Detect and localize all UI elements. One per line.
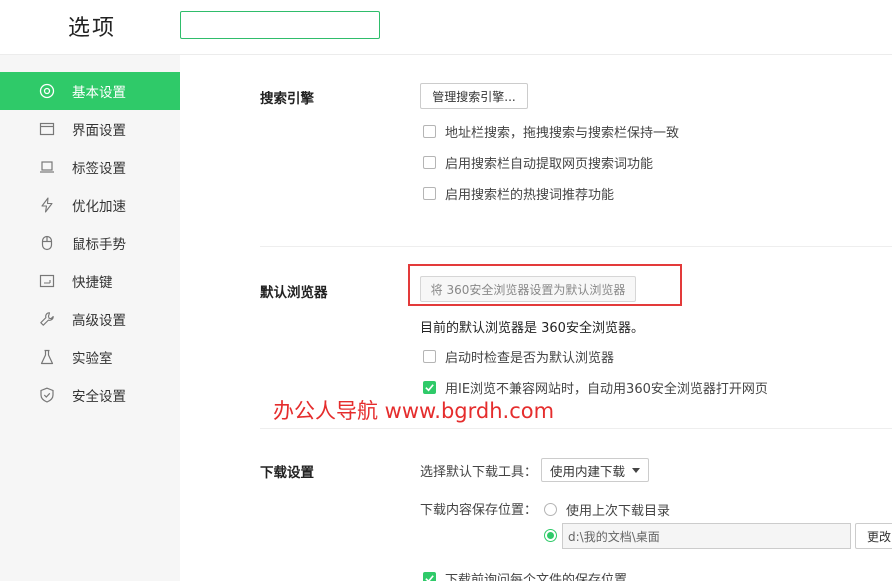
section-title-default-browser: 默认浏览器: [260, 281, 328, 301]
checkmark-icon: [424, 573, 435, 581]
option-label: 启用搜索栏自动提取网页搜索词功能: [445, 153, 653, 172]
sidebar-item-label: 标签设置: [72, 157, 126, 177]
sidebar-item-interface-settings[interactable]: 界面设置: [0, 110, 180, 148]
sidebar-item-tab-settings[interactable]: 标签设置: [0, 148, 180, 186]
section-divider: [260, 428, 892, 429]
option-label: 下载前询问每个文件的保存位置: [445, 569, 627, 581]
sidebar-item-label: 基本设置: [72, 81, 126, 101]
sidebar: 基本设置 界面设置 标签设置 优化加速 鼠标手势 快捷键 高级设置: [0, 55, 180, 581]
download-tool-label: 选择默认下载工具：: [420, 461, 537, 480]
option-label: 地址栏搜索，拖拽搜索与搜索栏保持一致: [445, 122, 679, 141]
mouse-icon: [38, 234, 56, 252]
option-row[interactable]: 启用搜索栏的热搜词推荐功能: [423, 184, 614, 203]
radio-label: 使用上次下载目录: [566, 500, 670, 519]
sidebar-item-basic-settings[interactable]: 基本设置: [0, 72, 180, 110]
sidebar-item-lab[interactable]: 实验室: [0, 338, 180, 376]
watermark-text: 办公人导航 www.bgrdh.com: [273, 395, 554, 425]
lightning-icon: [38, 196, 56, 214]
sidebar-item-shortcuts[interactable]: 快捷键: [0, 262, 180, 300]
default-browser-status: 目前的默认浏览器是 360安全浏览器。: [420, 317, 644, 336]
wrench-icon: [38, 310, 56, 328]
search-input[interactable]: [180, 11, 380, 39]
sidebar-item-label: 界面设置: [72, 119, 126, 139]
sidebar-item-optimize[interactable]: 优化加速: [0, 186, 180, 224]
checkbox[interactable]: [423, 572, 436, 581]
checkbox[interactable]: [423, 125, 436, 138]
checkbox[interactable]: [423, 187, 436, 200]
section-divider: [260, 246, 892, 247]
page-title: 选项: [68, 10, 116, 42]
change-path-button[interactable]: 更改: [855, 523, 892, 549]
radio-button[interactable]: [544, 529, 557, 542]
radio-row[interactable]: 使用上次下载目录: [544, 500, 670, 519]
download-path-input[interactable]: [562, 523, 851, 549]
radio-button[interactable]: [544, 503, 557, 516]
checkmark-icon: [424, 382, 435, 393]
checkbox[interactable]: [423, 350, 436, 363]
select-value: 使用内建下载: [550, 461, 625, 480]
section-title-download: 下载设置: [260, 461, 314, 481]
option-row[interactable]: 下载前询问每个文件的保存位置: [423, 569, 627, 581]
highlight-box: [408, 264, 682, 306]
shield-icon: [38, 386, 56, 404]
sidebar-item-label: 安全设置: [72, 385, 126, 405]
option-row[interactable]: 启用搜索栏自动提取网页搜索词功能: [423, 153, 653, 172]
sidebar-item-label: 实验室: [72, 347, 113, 367]
sidebar-item-label: 高级设置: [72, 309, 126, 329]
window-icon: [38, 120, 56, 138]
sidebar-item-advanced[interactable]: 高级设置: [0, 300, 180, 338]
manage-search-engines-button[interactable]: 管理搜索引擎...: [420, 83, 528, 109]
sidebar-item-security[interactable]: 安全设置: [0, 376, 180, 414]
sidebar-item-label: 鼠标手势: [72, 233, 126, 253]
option-label: 启用搜索栏的热搜词推荐功能: [445, 184, 614, 203]
save-location-label: 下载内容保存位置：: [420, 499, 537, 518]
sidebar-item-label: 优化加速: [72, 195, 126, 215]
keyboard-icon: [38, 272, 56, 290]
chevron-down-icon: [632, 468, 640, 473]
option-row[interactable]: 地址栏搜索，拖拽搜索与搜索栏保持一致: [423, 122, 679, 141]
sidebar-item-mouse-gestures[interactable]: 鼠标手势: [0, 224, 180, 262]
sidebar-item-label: 快捷键: [72, 271, 113, 291]
flask-icon: [38, 348, 56, 366]
target-icon: [38, 82, 56, 100]
option-row[interactable]: 启动时检查是否为默认浏览器: [423, 347, 614, 366]
checkbox[interactable]: [423, 381, 436, 394]
option-label: 启动时检查是否为默认浏览器: [445, 347, 614, 366]
download-tool-select[interactable]: 使用内建下载: [541, 458, 649, 482]
checkbox[interactable]: [423, 156, 436, 169]
section-title-search-engine: 搜索引擎: [260, 87, 314, 107]
laptop-icon: [38, 158, 56, 176]
